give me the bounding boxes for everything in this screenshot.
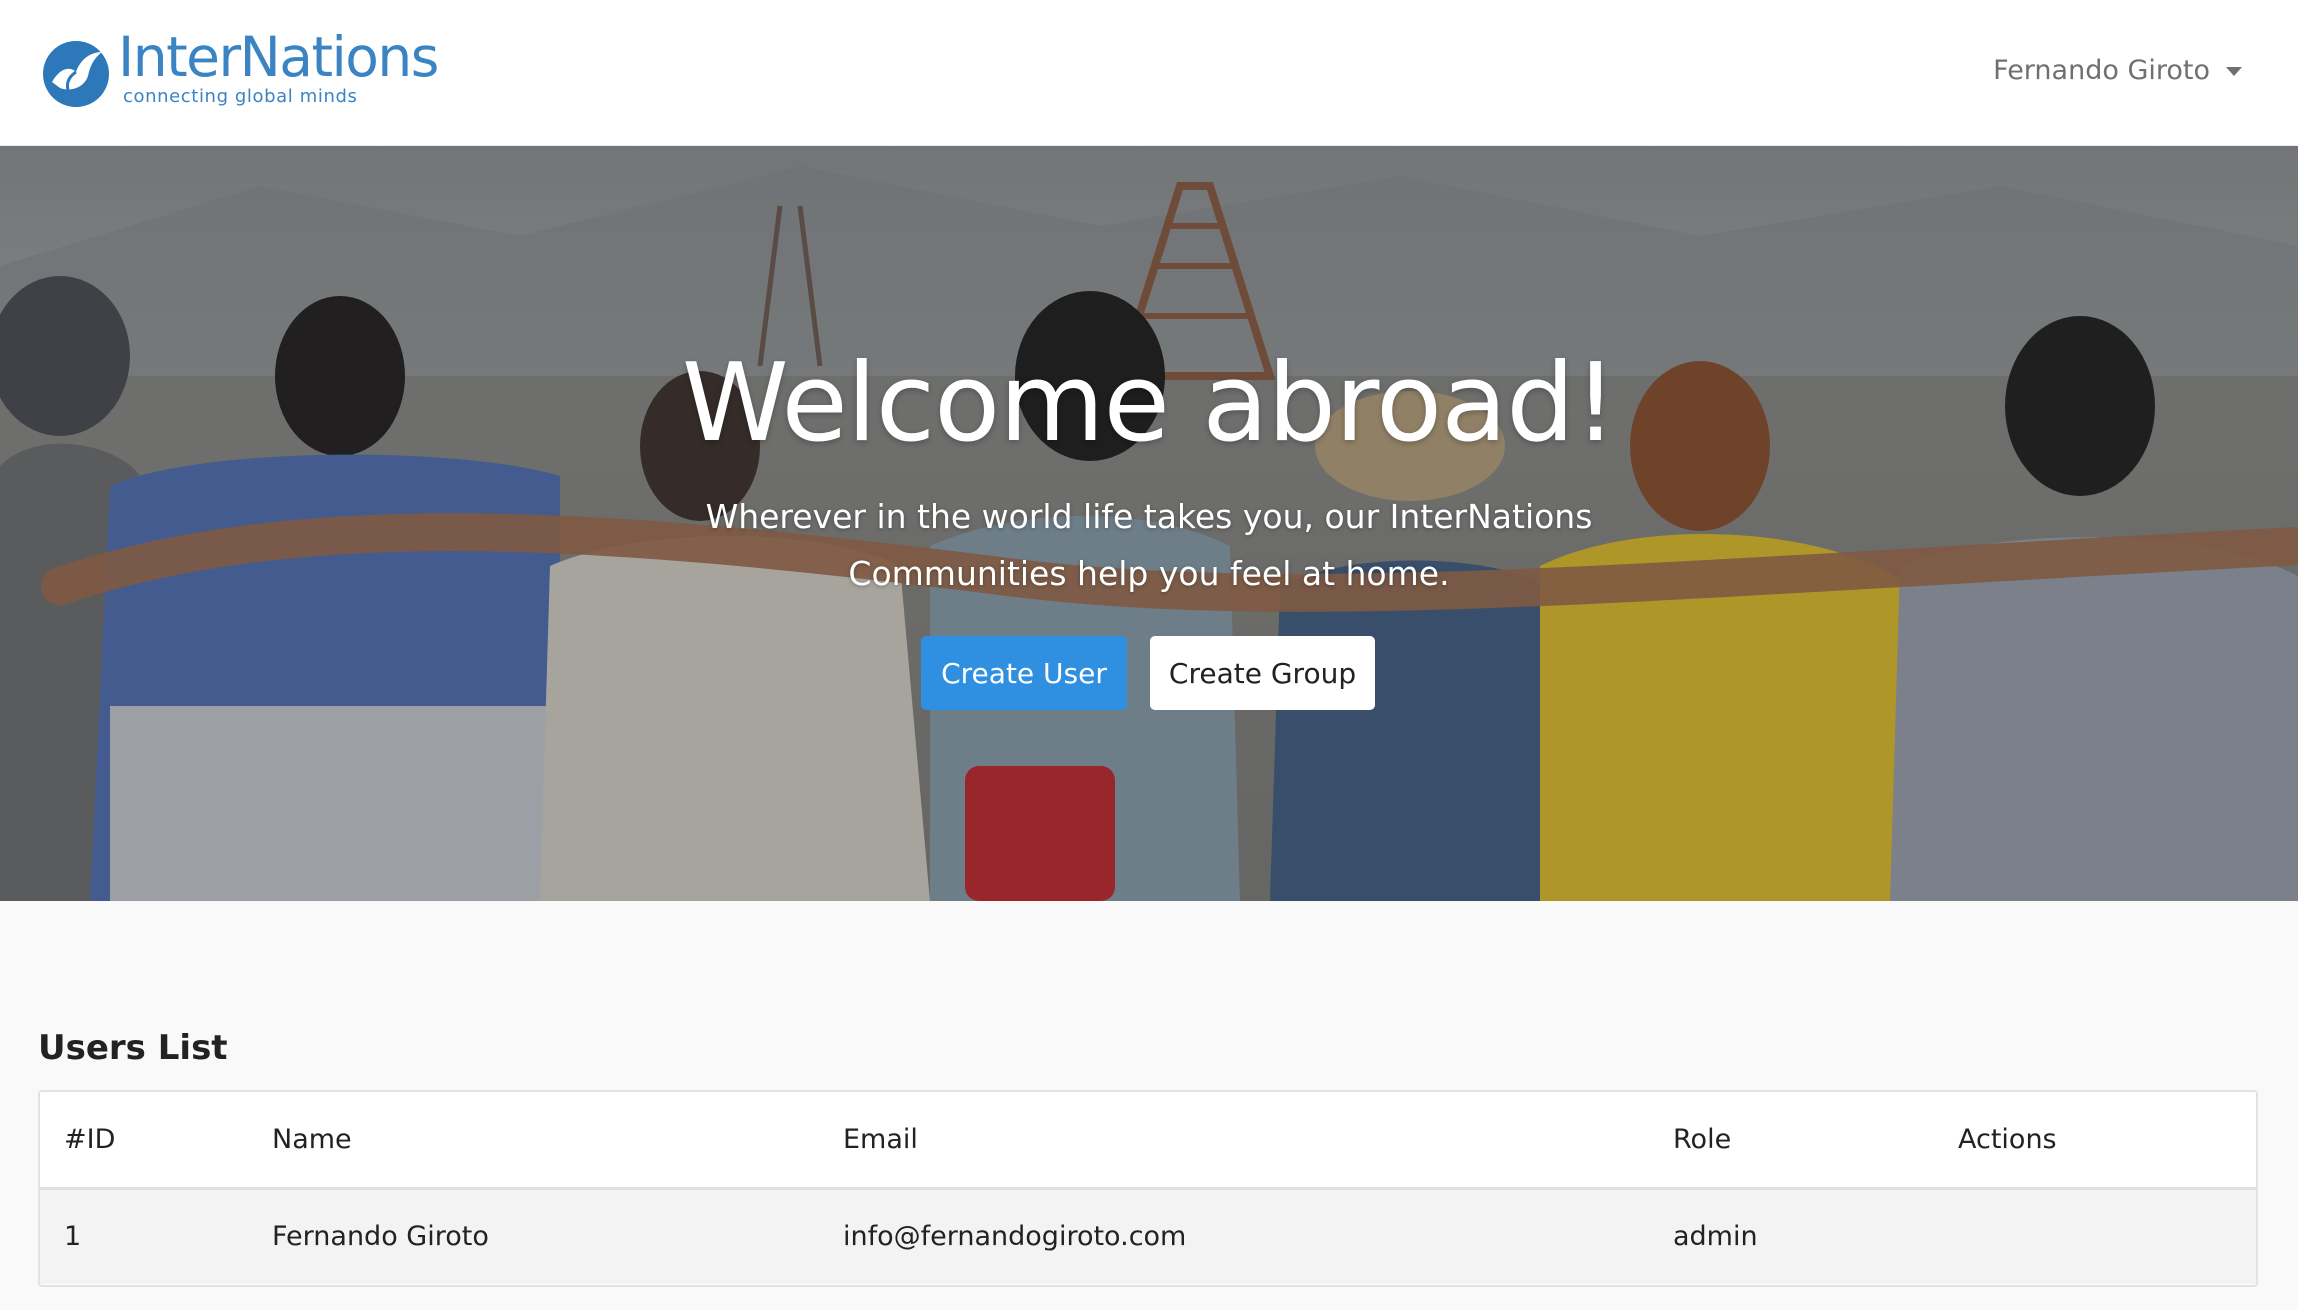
bird-globe-logo-icon <box>43 41 109 107</box>
navbar: InterNations connecting global minds Fer… <box>0 0 2298 146</box>
column-header-email: Email <box>843 1123 918 1155</box>
brand-logo[interactable]: InterNations connecting global minds <box>40 30 440 114</box>
column-header-role: Role <box>1673 1123 1732 1155</box>
cell-email: info@fernandogiroto.com <box>843 1221 1187 1253</box>
brand-name: InterNations <box>118 25 439 89</box>
hero-subtitle: Wherever in the world life takes you, ou… <box>705 497 1593 593</box>
hero-banner: Welcome abroad! Wherever in the world li… <box>0 146 2298 901</box>
users-list-title: Users List <box>38 1028 228 1068</box>
brand-tagline: connecting global minds <box>123 86 358 107</box>
cell-name: Fernando Giroto <box>272 1221 489 1253</box>
user-menu-dropdown[interactable]: Fernando Giroto <box>1993 50 2242 90</box>
hero-title: Welcome abroad! <box>681 341 1617 466</box>
table-row: 1 Fernando Giroto info@fernandogiroto.co… <box>40 1188 2256 1284</box>
chevron-down-icon <box>2226 66 2242 76</box>
create-user-button[interactable]: Create User <box>921 636 1127 710</box>
users-table: #ID Name Email Role Actions 1 Fernando G… <box>38 1090 2258 1287</box>
create-group-button[interactable]: Create Group <box>1150 636 1375 710</box>
user-name: Fernando Giroto <box>1993 54 2210 86</box>
column-header-actions: Actions <box>1958 1123 2057 1155</box>
cell-id: 1 <box>64 1221 82 1253</box>
table-header-row: #ID Name Email Role Actions <box>40 1092 2256 1188</box>
cell-actions <box>1934 1188 2256 1284</box>
column-header-id: #ID <box>64 1123 116 1155</box>
cell-role: admin <box>1673 1221 1758 1253</box>
column-header-name: Name <box>272 1123 352 1155</box>
